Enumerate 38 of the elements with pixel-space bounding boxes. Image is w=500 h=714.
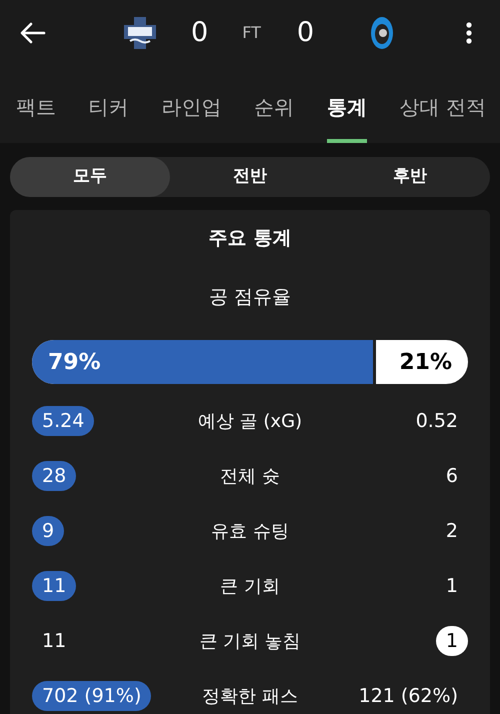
more-options-icon[interactable]	[465, 22, 473, 44]
stat-value: 5.24	[32, 406, 94, 436]
stat-label: 큰 기회 놓침	[199, 630, 301, 654]
stat-label: 정확한 패스	[202, 684, 298, 708]
tab[interactable]: 순위	[254, 84, 294, 143]
tab[interactable]: 상대 전적	[400, 84, 486, 143]
team-crest-icon	[370, 15, 394, 51]
period-tab[interactable]: 후반	[330, 157, 490, 197]
tab[interactable]: 라인업	[161, 84, 222, 143]
stat-label: 전체 슛	[220, 464, 280, 488]
team-crest-icon	[122, 15, 158, 51]
possession-label: 공 점유율	[208, 284, 292, 310]
period-tab[interactable]: 모두	[10, 157, 170, 197]
stat-value: 1	[444, 574, 459, 599]
stat-value: 11	[32, 571, 76, 601]
period-tab[interactable]: 전반	[170, 157, 330, 197]
home-score: 0	[191, 16, 208, 50]
stat-value: 702 (91%)	[32, 681, 152, 711]
stat-value: 6	[444, 464, 459, 489]
stat-value: 121 (62%)	[358, 684, 459, 709]
stat-value: 9	[32, 516, 64, 546]
match-status: FT	[242, 22, 261, 44]
back-arrow-icon[interactable]	[20, 22, 46, 44]
away-score: 0	[296, 16, 314, 50]
stat-label: 유효 슈팅	[211, 520, 289, 544]
tab[interactable]: 팩트	[16, 84, 56, 143]
stat-value: 0.52	[414, 409, 459, 434]
tab[interactable]: 통계	[326, 84, 367, 143]
card-title: 주요 통계	[208, 226, 292, 251]
away-possession: 21%	[399, 348, 452, 376]
stat-value: 2	[444, 519, 459, 544]
stat-value: 28	[32, 461, 76, 491]
stat-value: 1	[436, 626, 468, 656]
stat-label: 큰 기회	[220, 574, 280, 598]
home-possession: 79%	[48, 348, 101, 376]
stat-label: 예상 골 (xG)	[198, 410, 302, 434]
tab[interactable]: 티커	[88, 84, 129, 143]
stat-value: 11	[41, 629, 68, 654]
